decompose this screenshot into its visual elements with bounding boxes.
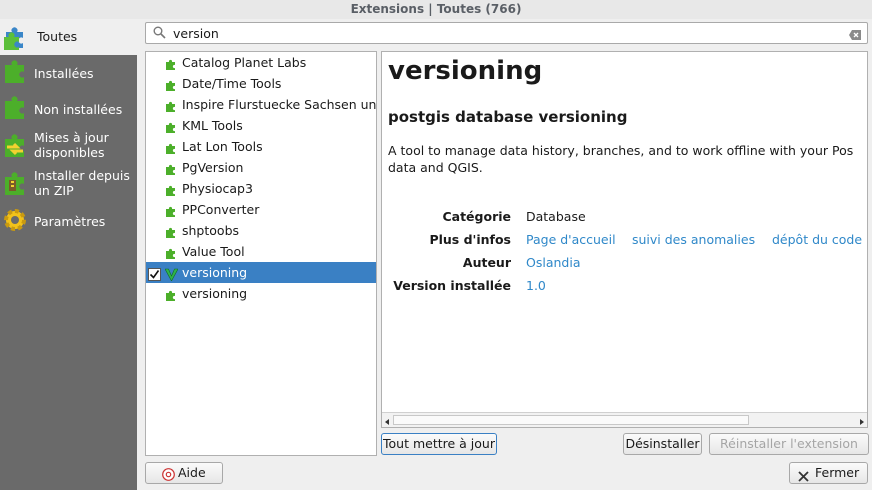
- description-line: data and QGIS.: [388, 160, 483, 175]
- puzzle-zip-icon: [2, 171, 28, 197]
- more-info-label: Plus d'infos: [429, 232, 511, 247]
- sidebar-item-install-zip[interactable]: Installer depuis un ZIP: [0, 165, 137, 203]
- installed-version-label: Version installée: [393, 278, 511, 293]
- puzzle-icon: [165, 77, 178, 91]
- sidebar-item-all[interactable]: Toutes: [0, 19, 137, 55]
- plugin-name: PgVersion: [182, 160, 244, 175]
- plugin-list-item[interactable]: versioning: [146, 283, 376, 304]
- description-line: A tool to manage data history, branches,…: [388, 143, 854, 158]
- clear-search-icon[interactable]: [849, 28, 861, 40]
- plugin-detail-panel: versioning postgis database versioning A…: [381, 51, 868, 428]
- plugin-name: PPConverter: [182, 202, 260, 217]
- search-bar: [145, 22, 868, 44]
- help-button[interactable]: Aide: [145, 462, 223, 484]
- puzzle-icon: [165, 224, 178, 238]
- scrollbar-thumb[interactable]: [393, 415, 749, 425]
- puzzle-icon: [165, 140, 178, 154]
- sidebar-item-label: Paramètres: [34, 214, 106, 229]
- plugin-name: Catalog Planet Labs: [182, 55, 307, 70]
- repository-link[interactable]: dépôt du code: [772, 232, 862, 247]
- plugin-list-item[interactable]: Value Tool: [146, 241, 376, 262]
- plugin-list-item[interactable]: Inspire Flurstuecke Sachsen und: [146, 94, 377, 115]
- sidebar-item-installed[interactable]: Installées: [0, 55, 137, 91]
- gear-icon: [2, 207, 28, 233]
- plugin-name: shptoobs: [182, 223, 240, 238]
- sidebar: Toutes Installées Non installées Mises à…: [0, 19, 137, 490]
- sidebar-item-settings[interactable]: Paramètres: [0, 203, 137, 239]
- plugin-description: A tool to manage data history, branches,…: [388, 142, 867, 176]
- help-icon: [162, 467, 175, 487]
- sidebar-item-not-installed[interactable]: Non installées: [0, 91, 137, 127]
- puzzle-not-installed-icon: [2, 95, 28, 121]
- plugin-list-item[interactable]: PPConverter: [146, 199, 376, 220]
- close-button[interactable]: Fermer: [789, 462, 868, 484]
- scroll-right-icon[interactable]: [856, 415, 866, 425]
- puzzle-icon: [165, 119, 178, 133]
- puzzle-icon: [165, 161, 178, 175]
- sidebar-item-label: Non installées: [34, 102, 123, 117]
- plugin-list[interactable]: Catalog Planet Labs Date/Time Tools Inspir…: [145, 51, 377, 456]
- installed-version-value: 1.0: [526, 278, 546, 293]
- plugin-list-item[interactable]: Catalog Planet Labs: [146, 52, 376, 73]
- puzzle-icon: [165, 182, 178, 196]
- category-value: Database: [526, 209, 586, 224]
- sidebar-item-label: Mises à jour disponibles: [34, 130, 109, 160]
- puzzle-icon: [165, 203, 178, 217]
- tracker-link[interactable]: suivi des anomalies: [632, 232, 755, 247]
- horizontal-scrollbar[interactable]: [382, 412, 867, 427]
- plugin-title: versioning: [388, 56, 543, 86]
- checkbox[interactable]: [148, 266, 161, 281]
- plugin-name: versioning: [182, 286, 248, 301]
- help-label: Aide: [178, 465, 206, 480]
- plugin-list-item[interactable]: PgVersion: [146, 157, 376, 178]
- sidebar-item-label: Installer depuis un ZIP: [34, 168, 130, 198]
- plugin-list-item[interactable]: versioning: [146, 262, 376, 283]
- plugin-subtitle: postgis database versioning: [388, 108, 628, 126]
- plugin-name: Date/Time Tools: [182, 76, 282, 91]
- plugin-list-item[interactable]: Physiocap3: [146, 178, 376, 199]
- category-label: Catégorie: [442, 209, 511, 224]
- puzzle-all-icon: [2, 23, 28, 50]
- sidebar-item-label: Toutes: [37, 29, 78, 44]
- plugin-list-item[interactable]: Date/Time Tools: [146, 73, 376, 94]
- versioning-plugin-icon: [164, 266, 179, 282]
- plugin-name: Lat Lon Tools: [182, 139, 263, 154]
- puzzle-update-icon: [2, 133, 28, 159]
- plugin-name: Physiocap3: [182, 181, 253, 196]
- close-label: Fermer: [815, 465, 860, 480]
- puzzle-icon: [165, 98, 178, 112]
- plugin-name: KML Tools: [182, 118, 243, 133]
- plugin-list-item[interactable]: Lat Lon Tools: [146, 136, 376, 157]
- window-title: Extensions | Toutes (766): [0, 0, 872, 19]
- uninstall-button[interactable]: Désinstaller: [623, 433, 702, 455]
- search-icon: [153, 26, 166, 42]
- author-link[interactable]: Oslandia: [526, 255, 580, 270]
- upgrade-all-button[interactable]: Tout mettre à jour: [381, 433, 497, 455]
- scroll-left-icon[interactable]: [383, 415, 393, 425]
- puzzle-icon: [165, 245, 178, 259]
- close-icon: [798, 468, 809, 488]
- puzzle-installed-icon: [2, 59, 28, 85]
- plugin-name: Inspire Flurstuecke Sachsen und: [182, 97, 377, 112]
- author-label: Auteur: [462, 255, 511, 270]
- puzzle-icon: [165, 287, 178, 301]
- homepage-link[interactable]: Page d'accueil: [526, 232, 616, 247]
- sidebar-item-label: Installées: [34, 66, 94, 81]
- plugin-name: versioning: [182, 265, 248, 280]
- sidebar-item-updates[interactable]: Mises à jour disponibles: [0, 127, 137, 165]
- search-input[interactable]: [173, 25, 833, 41]
- plugin-list-item[interactable]: shptoobs: [146, 220, 376, 241]
- plugin-list-item[interactable]: KML Tools: [146, 115, 376, 136]
- reinstall-button[interactable]: Réinstaller l'extension: [709, 433, 869, 455]
- plugin-name: Value Tool: [182, 244, 245, 259]
- puzzle-icon: [165, 56, 178, 70]
